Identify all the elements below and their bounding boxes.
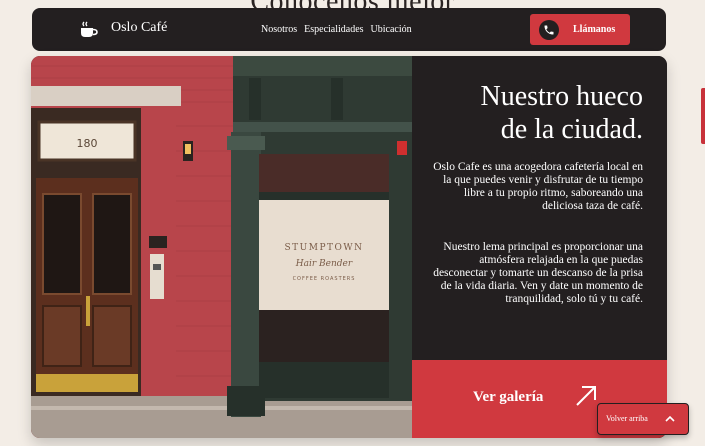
hero-card: 180 STUMPTOWN Hair Bender COFFEE ROASTER… [31,56,667,438]
nav-link-especialidades[interactable]: Especialidades [304,24,363,35]
nav-link-nosotros[interactable]: Nosotros [261,24,297,35]
hero-title-line-2: de la ciudad. [500,114,643,145]
call-button-label: Llámanos [573,24,616,35]
cafe-storefront-photo: 180 STUMPTOWN Hair Bender COFFEE ROASTER… [31,56,412,438]
sign-line-1: STUMPTOWN [284,243,363,253]
nav-links: Nosotros Especialidades Ubicación [261,24,412,35]
back-to-top-button[interactable]: Volver arriba [597,403,689,435]
arrow-up-right-icon [576,386,596,406]
about-paragraph-1: Oslo Cafe es una acogedora cafetería loc… [433,161,643,212]
sign-line-3: COFFEE ROASTERS [293,276,356,282]
navbar: Oslo Café Nosotros Especialidades Ubicac… [32,8,666,51]
chevron-up-icon [665,415,675,422]
door-number: 180 [77,137,98,150]
sign-line-2: Hair Bender [295,259,353,269]
gallery-button-label: Ver galería [473,389,544,405]
hero-title: Nuestro hueco de la ciudad. [423,80,643,146]
nav-link-ubicacion[interactable]: Ubicación [371,24,412,35]
phone-icon [539,19,559,40]
hero-title-line-1: Nuestro hueco [480,81,643,112]
about-paragraph-2: Nuestro lema principal es proporcionar u… [433,241,643,305]
brand-name[interactable]: Oslo Café [111,20,167,36]
back-to-top-label: Volver arriba [606,414,648,423]
coffee-cup-icon [81,21,98,37]
about-panel: Nuestro hueco de la ciudad. Oslo Cafe es… [412,56,667,438]
call-button[interactable]: Llámanos [530,14,630,45]
side-tab[interactable] [701,88,705,144]
